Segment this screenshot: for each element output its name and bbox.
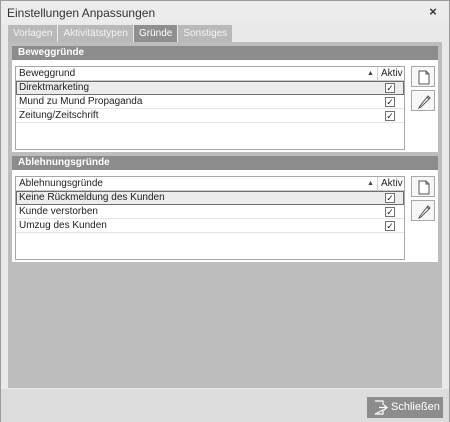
dialog-footer: Schließen bbox=[1, 389, 449, 422]
tab-content: Beweggründe Beweggrund ▲ Aktiv Direktmar… bbox=[8, 42, 442, 388]
tab-strip: Vorlagen Aktivitätstypen Gründe Sonstige… bbox=[8, 25, 233, 42]
aktiv-checkbox[interactable]: ✓ bbox=[385, 83, 395, 93]
group-header: Ablehnungsgründe bbox=[12, 156, 438, 170]
close-icon[interactable]: × bbox=[425, 4, 441, 20]
aktiv-checkbox[interactable]: ✓ bbox=[385, 221, 395, 231]
aktiv-checkbox[interactable]: ✓ bbox=[385, 193, 395, 203]
beweggruende-group: Beweggründe Beweggrund ▲ Aktiv Direktmar… bbox=[12, 46, 438, 152]
table-row[interactable]: Mund zu Mund Propaganda ✓ bbox=[16, 95, 404, 109]
edit-button[interactable] bbox=[411, 90, 435, 111]
title-bar: Einstellungen Anpassungen × bbox=[1, 1, 449, 23]
new-document-icon bbox=[418, 70, 430, 85]
column-header-aktiv[interactable]: Aktiv bbox=[377, 67, 405, 81]
grid-header: Ablehnungsgründe ▲ Aktiv bbox=[16, 177, 404, 191]
dialog-window: Einstellungen Anpassungen × Vorlagen Akt… bbox=[0, 0, 450, 422]
tab-aktivitaetstypen[interactable]: Aktivitätstypen bbox=[58, 25, 133, 42]
ablehnungsgruende-group: Ablehnungsgründe Ablehnungsgründe ▲ Akti… bbox=[12, 156, 438, 262]
row-name: Keine Rückmeldung des Kunden bbox=[19, 192, 165, 203]
new-button[interactable] bbox=[411, 66, 435, 87]
window-title: Einstellungen Anpassungen bbox=[7, 6, 156, 20]
grid-header: Beweggrund ▲ Aktiv bbox=[16, 67, 404, 81]
row-name: Zeitung/Zeitschrift bbox=[19, 110, 99, 121]
edit-button[interactable] bbox=[411, 200, 435, 221]
aktiv-checkbox[interactable]: ✓ bbox=[385, 111, 395, 121]
row-name: Direktmarketing bbox=[19, 82, 90, 93]
sort-asc-icon: ▲ bbox=[367, 180, 374, 187]
table-row[interactable]: Keine Rückmeldung des Kunden ✓ bbox=[16, 191, 404, 205]
new-document-icon bbox=[418, 180, 430, 195]
row-name: Umzug des Kunden bbox=[19, 220, 107, 231]
close-button-label: Schließen bbox=[391, 401, 440, 413]
ablehnungsgruende-grid[interactable]: Ablehnungsgründe ▲ Aktiv Keine Rückmeldu… bbox=[15, 176, 405, 260]
beweggruende-grid[interactable]: Beweggrund ▲ Aktiv Direktmarketing ✓ Mun… bbox=[15, 66, 405, 150]
group-header: Beweggründe bbox=[12, 46, 438, 60]
table-row[interactable]: Zeitung/Zeitschrift ✓ bbox=[16, 109, 404, 123]
column-header-aktiv[interactable]: Aktiv bbox=[377, 177, 405, 191]
row-name: Mund zu Mund Propaganda bbox=[19, 96, 143, 107]
tab-gruende[interactable]: Gründe bbox=[133, 25, 178, 42]
new-button[interactable] bbox=[411, 176, 435, 197]
aktiv-checkbox[interactable]: ✓ bbox=[385, 97, 395, 107]
table-row[interactable]: Umzug des Kunden ✓ bbox=[16, 219, 404, 233]
pencil-icon bbox=[417, 95, 431, 109]
sort-asc-icon: ▲ bbox=[367, 70, 374, 77]
table-row[interactable]: Direktmarketing ✓ bbox=[16, 81, 404, 95]
exit-icon bbox=[374, 400, 388, 415]
table-row[interactable]: Kunde verstorben ✓ bbox=[16, 205, 404, 219]
pencil-icon bbox=[417, 205, 431, 219]
aktiv-checkbox[interactable]: ✓ bbox=[385, 207, 395, 217]
tab-sonstiges[interactable]: Sonstiges bbox=[178, 25, 233, 42]
column-header-name[interactable]: Beweggrund bbox=[19, 67, 75, 81]
row-name: Kunde verstorben bbox=[19, 206, 98, 217]
tab-vorlagen[interactable]: Vorlagen bbox=[8, 25, 58, 42]
column-header-name[interactable]: Ablehnungsgründe bbox=[19, 177, 103, 191]
close-button[interactable]: Schließen bbox=[367, 397, 443, 418]
